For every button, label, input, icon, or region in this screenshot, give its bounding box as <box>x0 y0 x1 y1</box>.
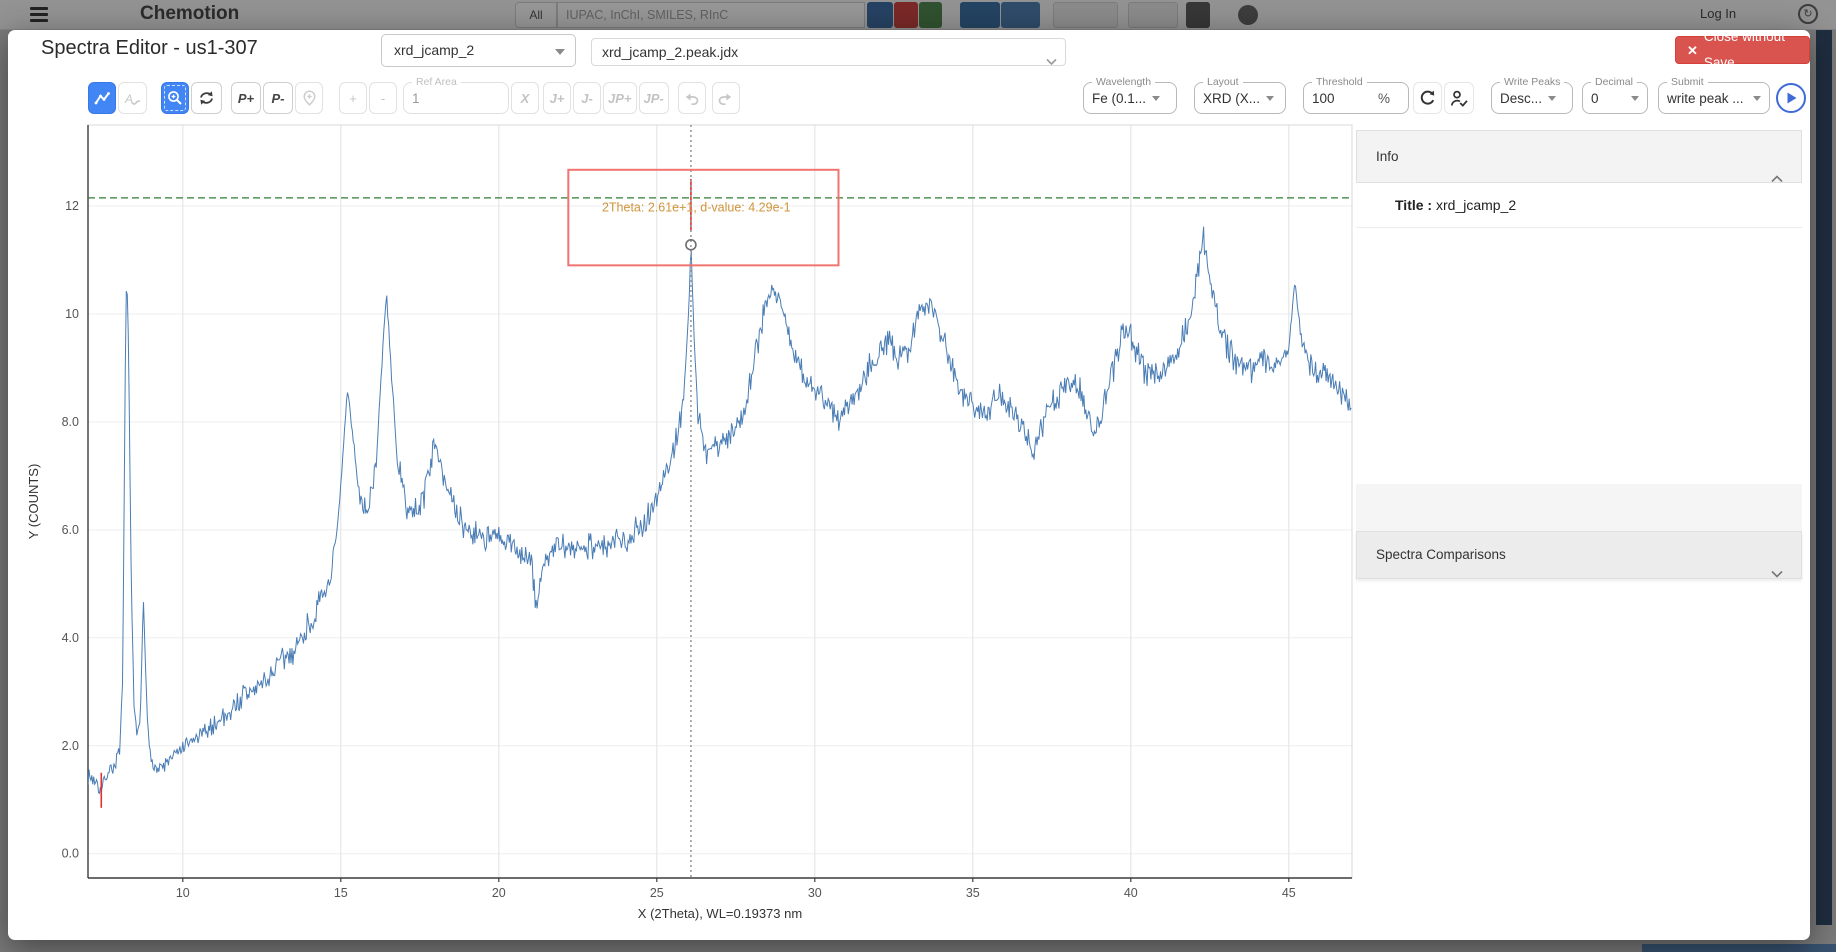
zoom-select-button[interactable] <box>161 82 189 114</box>
info-accordion-header[interactable]: Info <box>1356 130 1802 183</box>
jp-plus-button: JP+ <box>603 82 637 114</box>
spectrum-select-value: xrd_jcamp_2 <box>394 42 474 58</box>
peak-remove-button[interactable]: P- <box>263 82 293 114</box>
submit-run-button[interactable] <box>1776 83 1806 113</box>
pin-plus-icon <box>301 89 318 107</box>
wavelength-select[interactable]: Wavelength Fe (0.1... <box>1083 82 1177 114</box>
svg-text:15: 15 <box>334 886 348 900</box>
reset-zoom-button[interactable] <box>191 82 222 114</box>
svg-text:2.0: 2.0 <box>62 739 79 753</box>
panel-spacer <box>1356 484 1802 532</box>
threshold-input[interactable] <box>1312 91 1370 106</box>
spectra-comparisons-header[interactable]: Spectra Comparisons <box>1356 532 1802 579</box>
zoom-in-icon <box>166 89 184 107</box>
svg-text:40: 40 <box>1124 886 1138 900</box>
anchor-mode-button: A <box>118 82 147 114</box>
write-peaks-label: Write Peaks <box>1500 76 1564 88</box>
jp-minus-button: JP- <box>639 82 669 114</box>
svg-text:20: 20 <box>492 886 506 900</box>
chevron-down-icon <box>1771 551 1783 596</box>
write-peaks-select[interactable]: Write Peaks Desc... <box>1491 82 1573 114</box>
chevron-up-icon <box>1771 153 1783 204</box>
info-title-row: Title : xrd_jcamp_2 <box>1356 183 1802 228</box>
svg-text:X (2Theta), WL=0.19373 nm: X (2Theta), WL=0.19373 nm <box>638 906 802 921</box>
svg-text:12: 12 <box>65 199 79 213</box>
refresh-icon <box>1418 89 1437 108</box>
info-title-label: Title : <box>1395 197 1432 213</box>
pin-button <box>295 82 323 114</box>
redo-icon <box>717 91 734 105</box>
svg-text:Y (COUNTS): Y (COUNTS) <box>26 464 41 540</box>
close-without-save-button[interactable]: ✕ Close without Save <box>1675 36 1810 64</box>
redo-button <box>712 82 740 114</box>
undo-icon <box>683 91 700 105</box>
submit-label: Submit <box>1667 76 1708 88</box>
j-minus-button: J- <box>573 82 601 114</box>
letter-a-wave-icon: A <box>123 90 142 107</box>
reset-zoom-icon <box>197 89 216 107</box>
layout-select[interactable]: Layout XRD (X... <box>1194 82 1286 114</box>
wavelength-value: Fe (0.1... <box>1092 91 1146 106</box>
svg-text:6.0: 6.0 <box>62 523 79 537</box>
svg-text:A: A <box>124 92 133 106</box>
ref-plus-button: + <box>339 82 367 114</box>
svg-text:35: 35 <box>966 886 980 900</box>
close-icon: ✕ <box>1687 44 1698 57</box>
side-panel: Info Title : xrd_jcamp_2 Spectra Compari… <box>1356 130 1802 579</box>
ref-area-input <box>412 91 500 106</box>
caret-down-icon <box>1152 96 1160 101</box>
undo-button <box>678 82 706 114</box>
threshold-field[interactable]: Threshold % <box>1303 82 1409 114</box>
svg-text:2Theta: 2.61e+1, d-value: 4.29: 2Theta: 2.61e+1, d-value: 4.29e-1 <box>602 200 791 214</box>
decimal-label: Decimal <box>1591 76 1637 88</box>
write-peaks-value: Desc... <box>1500 91 1542 106</box>
chevron-down-icon <box>1046 48 1057 74</box>
caret-down-icon <box>1548 96 1556 101</box>
svg-text:4.0: 4.0 <box>62 631 79 645</box>
caret-down-icon <box>1631 96 1639 101</box>
svg-text:10: 10 <box>65 307 79 321</box>
modal-title: Spectra Editor - us1-307 <box>41 37 258 60</box>
spectra-editor-modal: Spectra Editor - us1-307 xrd_jcamp_2 xrd… <box>8 30 1810 940</box>
submit-value: write peak ... <box>1667 91 1747 106</box>
layout-value: XRD (X... <box>1203 91 1260 106</box>
layout-label: Layout <box>1203 76 1243 88</box>
threshold-unit: % <box>1378 91 1390 106</box>
xrd-spectrum-plot: 10 15 20 25 30 35 40 45 0.0 2.0 4.0 6.0 8.0 10 12 X (2T… <box>8 118 1368 940</box>
submit-select[interactable]: Submit write peak ... <box>1658 82 1770 114</box>
spectrum-chart[interactable]: 10 15 20 25 30 35 40 45 0.0 2.0 4.0 6.0 8.0 10 12 X (2T… <box>8 118 1368 940</box>
decimal-value: 0 <box>1591 91 1625 106</box>
svg-text:8.0: 8.0 <box>62 415 79 429</box>
caret-down-icon <box>1753 96 1761 101</box>
info-title-value: xrd_jcamp_2 <box>1436 197 1516 213</box>
svg-text:10: 10 <box>176 886 190 900</box>
person-check-icon <box>1449 89 1469 108</box>
file-combobox[interactable]: xrd_jcamp_2.peak.jdx <box>591 38 1066 66</box>
ref-minus-button: - <box>369 82 397 114</box>
wavelength-label: Wavelength <box>1092 76 1155 88</box>
caret-down-icon <box>1266 96 1274 101</box>
svg-text:45: 45 <box>1282 886 1296 900</box>
info-accordion-body <box>1356 228 1802 484</box>
decimal-select[interactable]: Decimal 0 <box>1582 82 1648 114</box>
line-chart-icon <box>93 90 111 107</box>
ref-area-label: Ref Area <box>412 76 461 88</box>
play-icon <box>1785 91 1798 105</box>
ref-clear-button: X <box>511 82 539 114</box>
caret-down-icon <box>555 49 565 55</box>
auto-peak-button[interactable] <box>1444 82 1474 114</box>
j-plus-button: J+ <box>543 82 571 114</box>
threshold-label: Threshold <box>1312 76 1367 88</box>
line-mode-button[interactable] <box>88 82 116 114</box>
ref-area-field: Ref Area <box>403 82 509 114</box>
spectrum-select[interactable]: xrd_jcamp_2 <box>381 34 576 67</box>
svg-text:30: 30 <box>808 886 822 900</box>
peak-add-button[interactable]: P+ <box>231 82 261 114</box>
refresh-threshold-button[interactable] <box>1413 82 1442 114</box>
svg-text:25: 25 <box>650 886 664 900</box>
file-combobox-value: xrd_jcamp_2.peak.jdx <box>602 44 738 60</box>
svg-text:0.0: 0.0 <box>62 847 79 861</box>
